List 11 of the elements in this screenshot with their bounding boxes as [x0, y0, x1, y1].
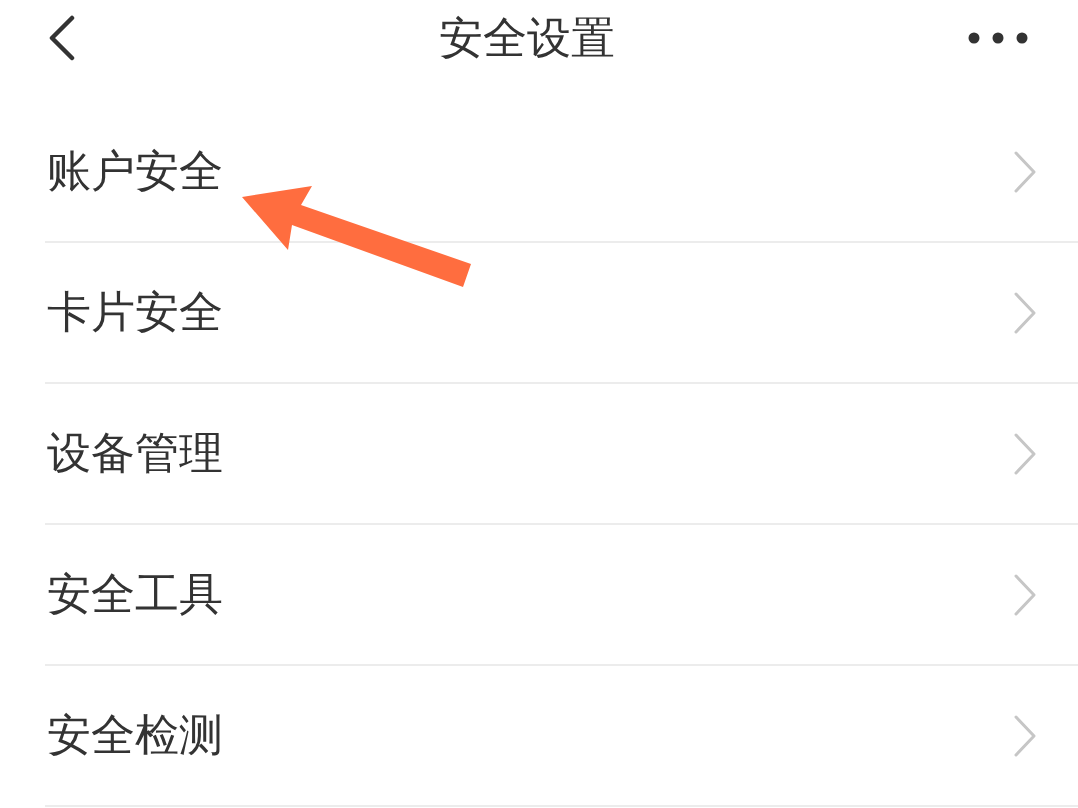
menu-row[interactable]: 安全检测 [45, 666, 1078, 807]
menu-row[interactable]: 设备管理 [45, 384, 1078, 525]
menu-row[interactable]: 安全工具 [45, 525, 1078, 666]
more-icon [968, 32, 1028, 44]
chevron-icon [1014, 714, 1036, 757]
chevron-icon [1014, 291, 1036, 334]
chevron-icon [1014, 432, 1036, 475]
chevron-icon [1014, 150, 1036, 193]
page-title: 安全设置 [439, 13, 615, 63]
back-icon [48, 15, 76, 61]
chevron-icon [1014, 573, 1036, 616]
